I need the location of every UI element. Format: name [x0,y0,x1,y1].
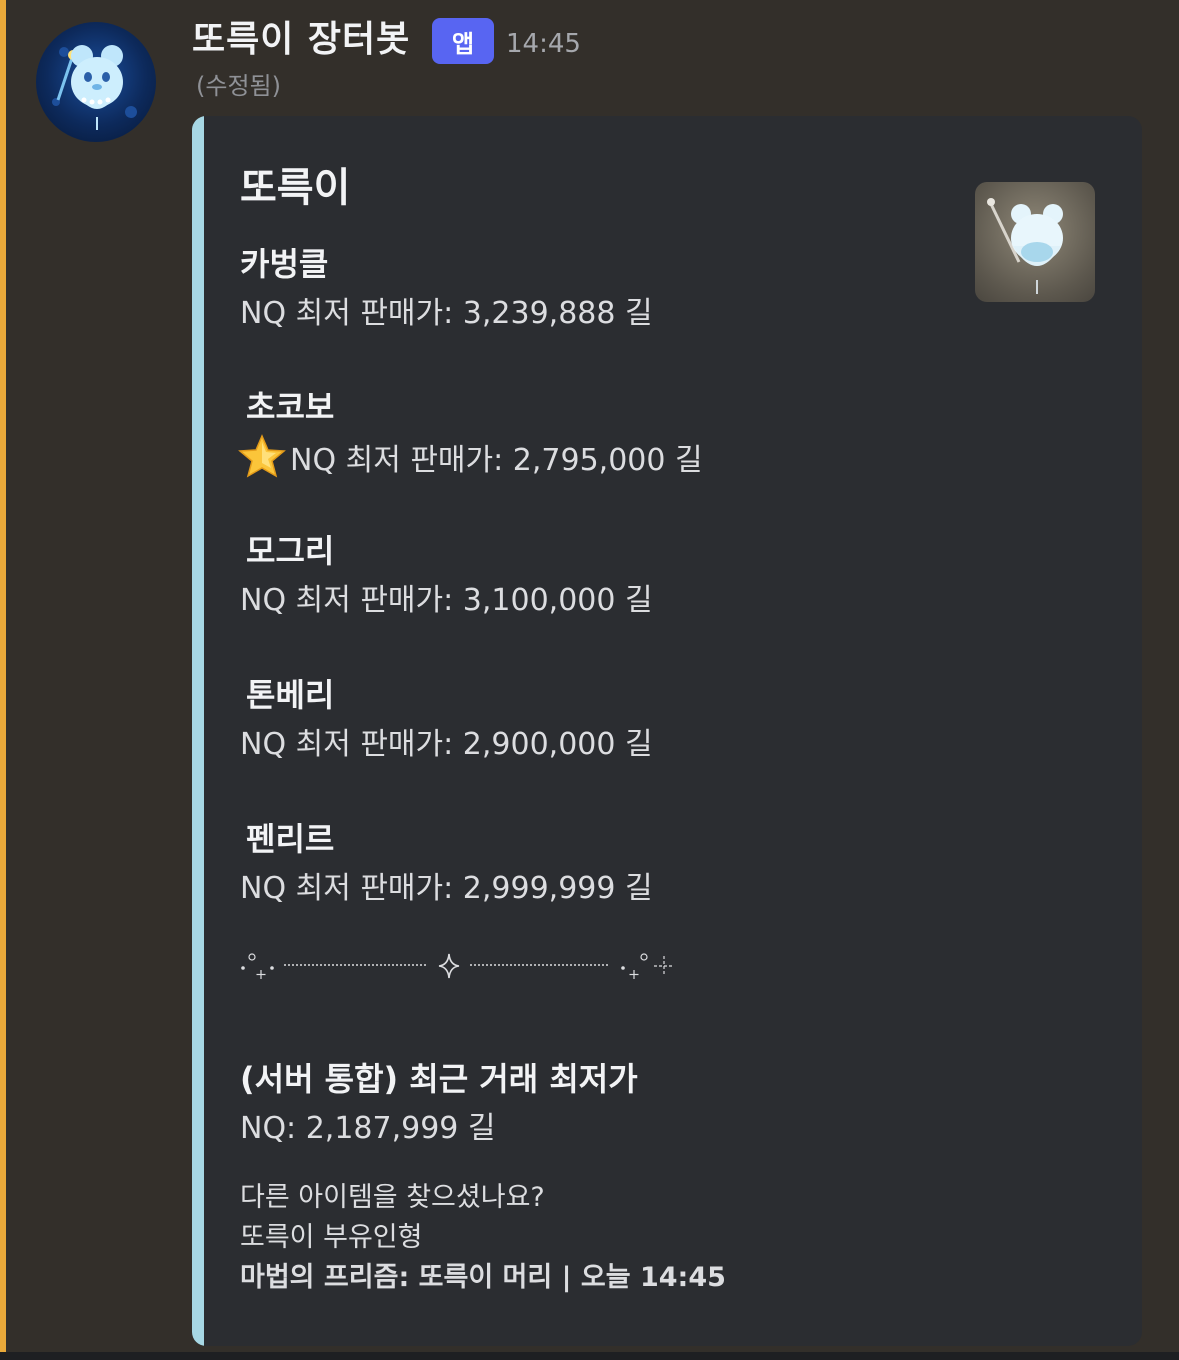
server-name-fenrir: 펜리르 [246,820,335,858]
edited-label: (수정됨) [196,72,281,100]
bot-username[interactable]: 또륵이 장터봇 [192,14,410,66]
message-timestamp[interactable]: 14:45 [506,24,581,64]
embed-thumbnail[interactable] [975,182,1095,302]
embed-title: 또륵이 [240,165,351,211]
app-badge: 앱 [432,18,494,64]
footer-source: 마법의 프리즘: 또륵이 머리 | 오늘 14:45 [240,1262,726,1293]
server-price-tonberry: NQ 최저 판매가: 2,900,000 길 [240,727,653,762]
sparkle-divider [240,946,680,986]
server-price-carbuncle: NQ 최저 판매가: 3,239,888 길 [240,296,653,331]
server-name-tonberry: 톤베리 [246,676,335,714]
server-price-moogle: NQ 최저 판매가: 3,100,000 길 [240,583,653,618]
mention-highlight-bar [0,0,6,1360]
bot-avatar[interactable] [36,22,156,142]
footer-question: 다른 아이템을 찾으셨나요? [240,1182,545,1213]
server-name-moogle: 모그리 [246,532,335,570]
star-icon [238,434,286,478]
recent-trade-heading: (서버 통합) 최근 거래 최저가 [240,1060,638,1098]
mouse-balloon-thumbnail-icon [987,198,1063,294]
footer-suggestion: 또륵이 부유인형 [240,1222,423,1253]
item-price-embed: 또륵이 카벙클 NQ 최저 판매가: 3,239,888 길 초코보 NQ 최저… [192,116,1142,1346]
server-price-fenrir: NQ 최저 판매가: 2,999,999 길 [240,871,653,906]
recent-trade-price: NQ: 2,187,999 길 [240,1111,496,1146]
server-name-carbuncle: 카벙클 [240,245,329,283]
ghost-mouse-avatar-icon [52,45,137,130]
server-price-chocobo-row: NQ 최저 판매가: 2,795,000 길 [238,434,703,484]
embed-accent-bar [192,116,204,1346]
server-price-chocobo: NQ 최저 판매가: 2,795,000 길 [290,443,703,478]
server-name-chocobo: 초코보 [246,388,335,426]
bottom-edge [0,1352,1179,1360]
